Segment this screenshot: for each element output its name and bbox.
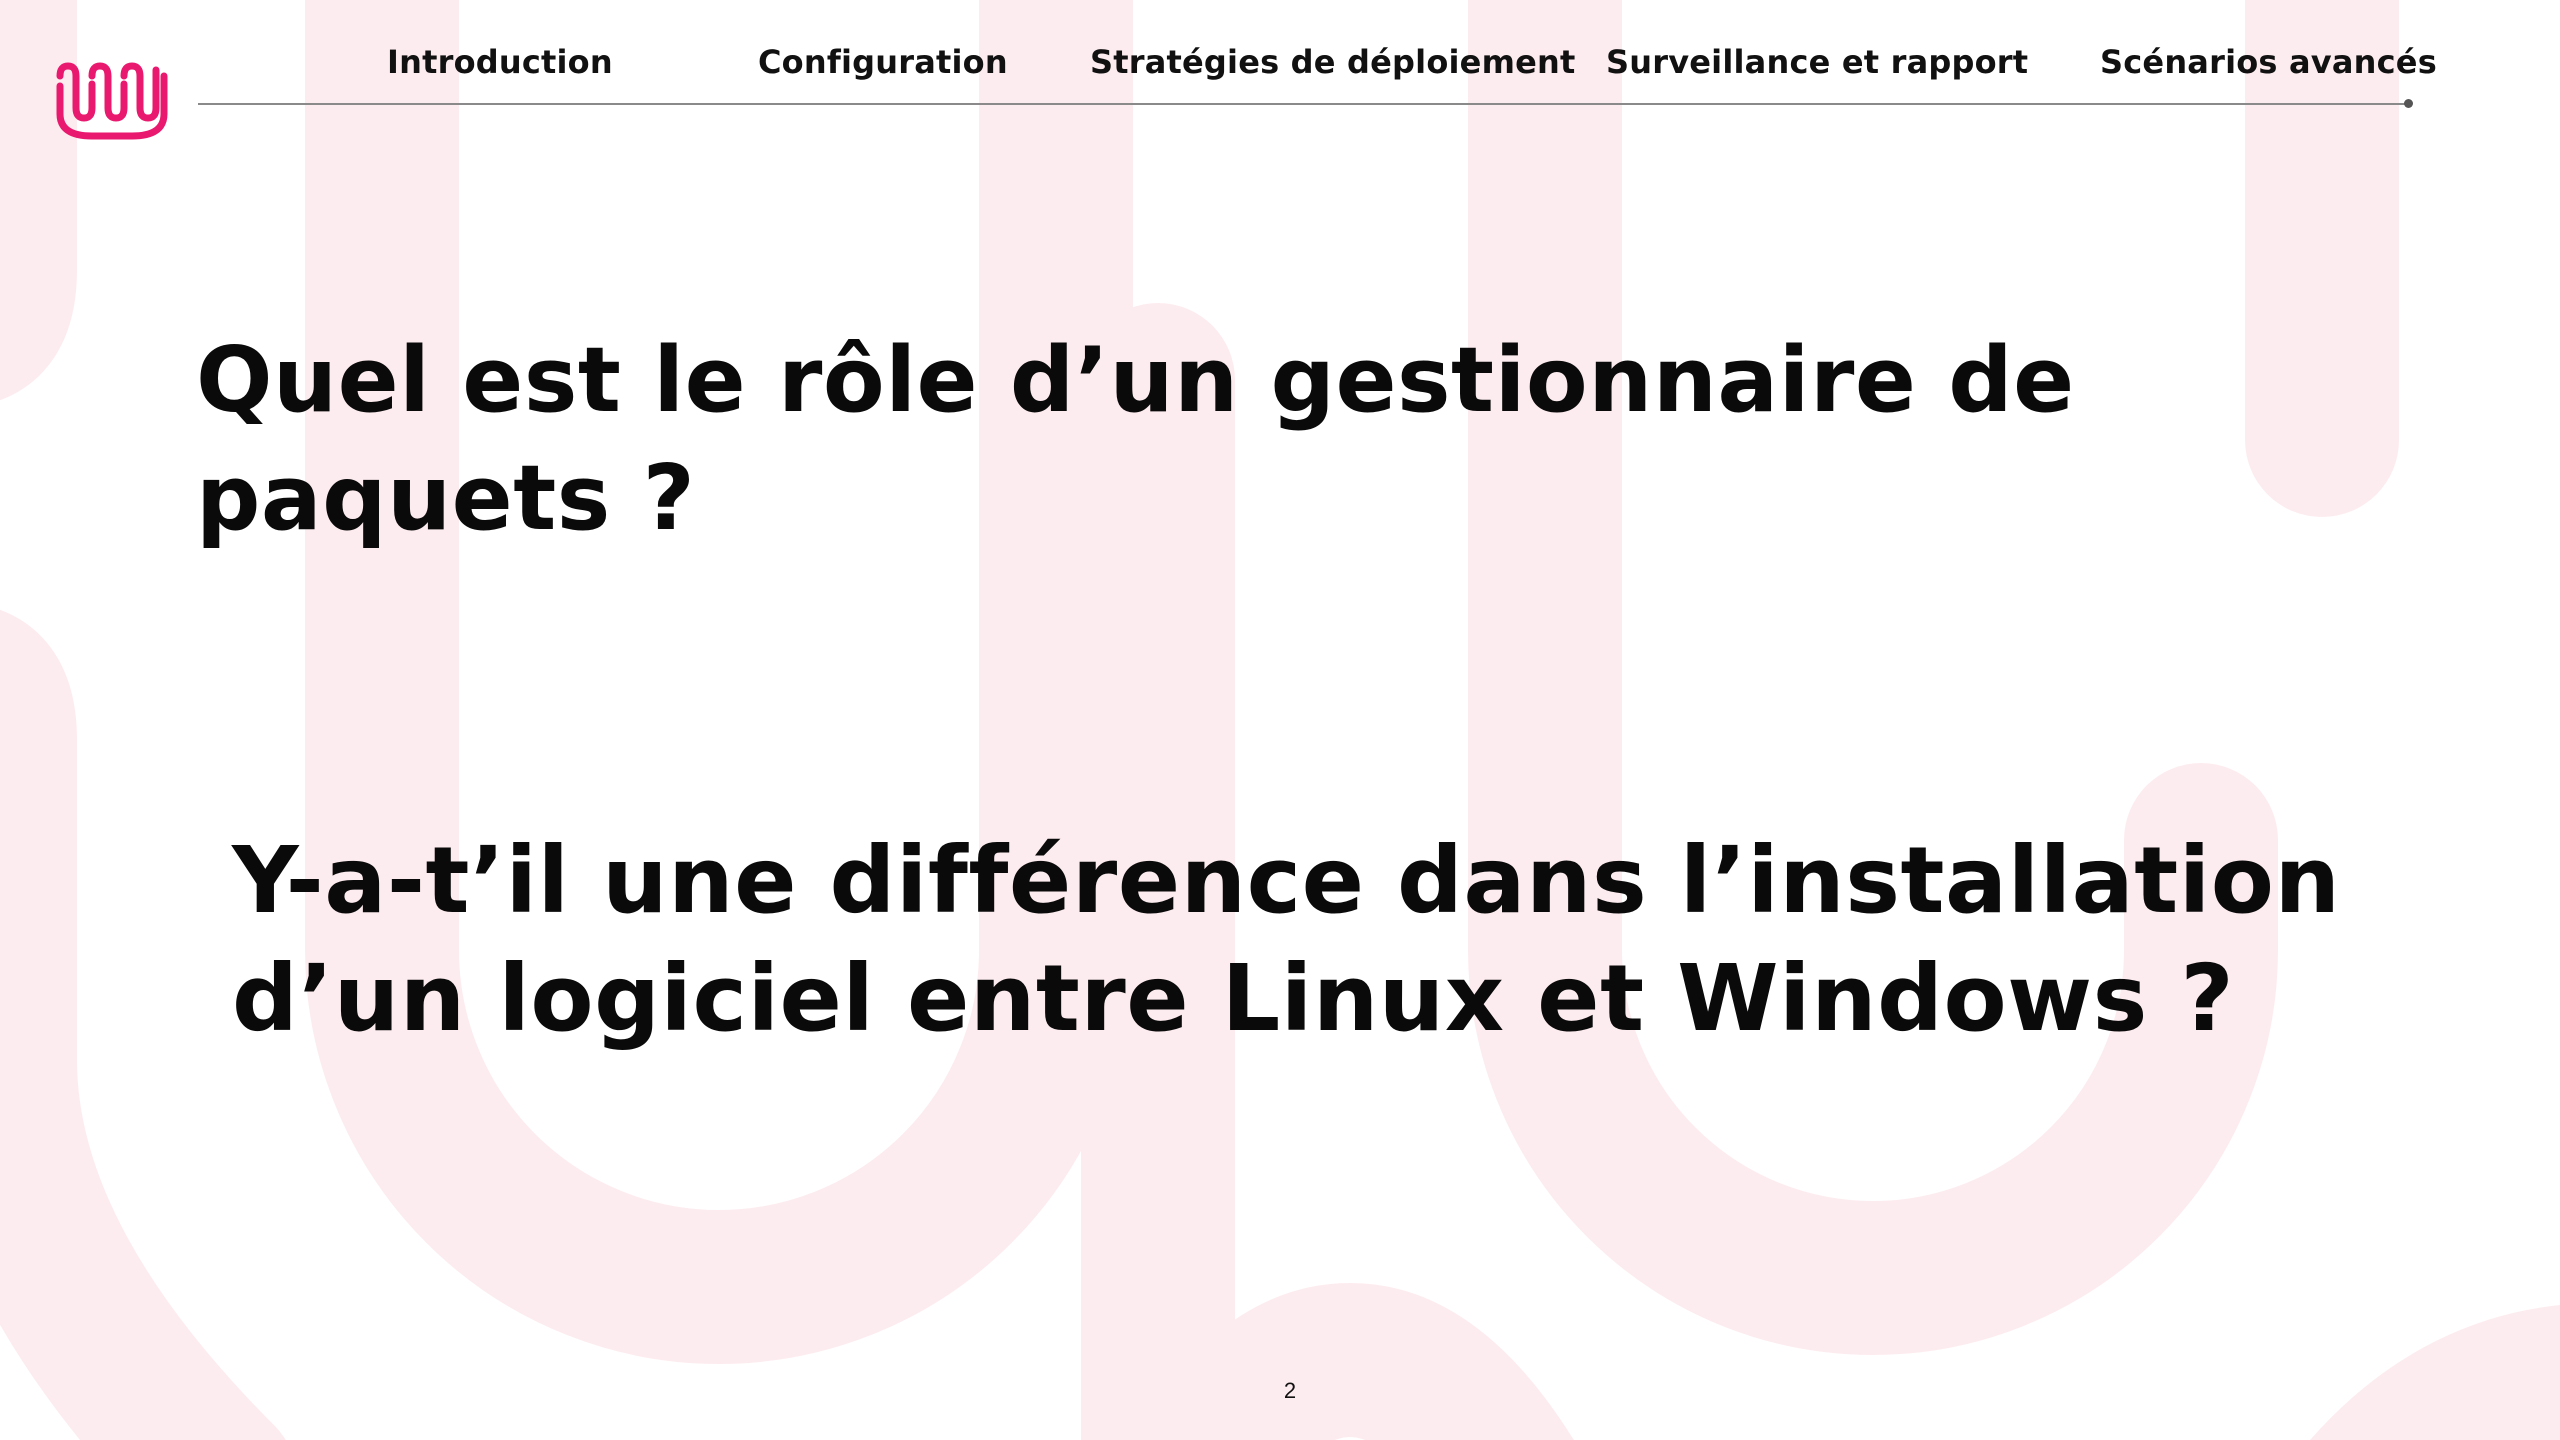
nav-item-scenarios-avances[interactable]: Scénarios avancés bbox=[2100, 42, 2437, 82]
nav-item-strategies-deploiement[interactable]: Stratégies de déploiement bbox=[1090, 42, 1576, 82]
question-package-manager: Quel est le rôle d’un gestionnaire de pa… bbox=[196, 328, 2075, 551]
nav-divider-end-dot bbox=[2404, 99, 2413, 108]
nav-item-surveillance-rapport[interactable]: Surveillance et rapport bbox=[1606, 42, 2028, 82]
top-navigation: Introduction Configuration Stratégies de… bbox=[0, 42, 2560, 82]
slide: Introduction Configuration Stratégies de… bbox=[0, 0, 2560, 1440]
nav-divider bbox=[198, 103, 2410, 105]
page-number: 2 bbox=[1283, 1378, 1297, 1403]
question-linux-windows: Y-a-t’il une différence dans l’installat… bbox=[232, 827, 2341, 1052]
nav-item-configuration[interactable]: Configuration bbox=[758, 42, 1008, 82]
background-curve-bottom-right bbox=[2310, 1305, 2560, 1440]
background-arch-right bbox=[1468, 0, 2278, 1355]
background-pattern bbox=[0, 0, 2560, 1440]
background-arch-left bbox=[305, 0, 1133, 1364]
background-curve-left bbox=[0, 613, 286, 1440]
nav-item-introduction[interactable]: Introduction bbox=[387, 42, 613, 82]
background-hump-bottom bbox=[1126, 1282, 1574, 1440]
